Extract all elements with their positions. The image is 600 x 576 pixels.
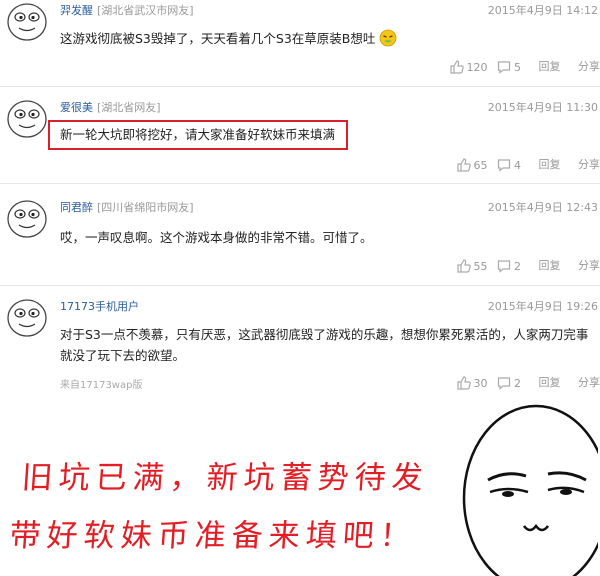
username-text[interactable]: 同君醉 — [60, 201, 93, 214]
comment-username[interactable]: 17173手机用户 — [60, 298, 139, 314]
comment-icon — [497, 60, 511, 74]
comment-text: 这游戏彻底被S3毁掉了，天天看着几个S3在草原装B想吐 — [60, 28, 397, 49]
comment-text-content: 这游戏彻底被S3毁掉了，天天看着几个S3在草原装B想吐 — [60, 31, 376, 46]
comment-time: 2015年4月9日 19:26 — [487, 300, 598, 313]
like-count: 65 — [473, 159, 488, 172]
share-button[interactable]: 分享 — [578, 58, 600, 74]
meme-face — [462, 404, 598, 576]
like-button[interactable]: 55 — [457, 259, 488, 273]
reply-count-button[interactable]: 2 — [497, 259, 521, 273]
comment-username[interactable]: 同君醉 [四川省绵阳市网友] — [60, 199, 194, 215]
comment-icon — [497, 259, 511, 273]
like-button[interactable]: 65 — [457, 158, 488, 172]
divider — [0, 86, 600, 87]
share-button[interactable]: 分享 — [578, 156, 600, 172]
comment-icon — [497, 158, 511, 172]
username-text[interactable]: 17173手机用户 — [60, 300, 139, 313]
comment-actions: 65 4 回复 分享 — [451, 156, 600, 172]
comment-time: 2015年4月9日 14:12 — [487, 4, 598, 17]
caption-line-2: 带好软妹币准备来填吧！ — [8, 518, 419, 554]
reply-count: 2 — [514, 260, 521, 273]
like-count: 55 — [473, 260, 488, 273]
comment-actions: 120 5 回复 分享 — [444, 58, 600, 74]
reply-button[interactable]: 回复 — [539, 156, 561, 172]
reply-count-button[interactable]: 5 — [497, 60, 521, 74]
comment-text: 哎，一声叹息啊。这个游戏本身做的非常不错。可惜了。 — [60, 230, 373, 245]
comment-username[interactable]: 羿发醒 [湖北省武汉市网友] — [60, 2, 194, 18]
comment-actions: 55 2 回复 分享 — [451, 257, 600, 273]
thumbs-up-icon — [457, 259, 471, 273]
user-location: [四川省绵阳市网友] — [97, 201, 194, 214]
avatar-face[interactable] — [6, 296, 48, 338]
comment-time: 2015年4月9日 12:43 — [487, 201, 598, 214]
avatar-face[interactable] — [6, 197, 48, 239]
username-text[interactable]: 爱很美 — [60, 101, 93, 114]
reply-count: 5 — [514, 61, 521, 74]
divider — [0, 183, 600, 184]
comment-text-line2: 就没了玩下去的欲望。 — [60, 348, 186, 363]
reply-count-button[interactable]: 4 — [497, 158, 521, 172]
like-button[interactable]: 120 — [450, 60, 488, 74]
reply-button[interactable]: 回复 — [539, 257, 561, 273]
caption-line-1: 旧坑已满，新坑蓄势待发 — [20, 460, 431, 496]
comment-text: 新一轮大坑即将挖好，请大家准备好软妹币来填满 — [60, 127, 336, 142]
thumbs-up-icon — [450, 60, 464, 74]
comment-time: 2015年4月9日 11:30 — [487, 101, 598, 114]
thumbs-up-icon — [457, 158, 471, 172]
reply-count: 4 — [514, 159, 521, 172]
user-location: [湖北省武汉市网友] — [97, 4, 194, 17]
user-location: [湖北省网友] — [97, 101, 161, 114]
share-button[interactable]: 分享 — [578, 257, 600, 273]
avatar-face[interactable] — [6, 97, 48, 139]
avatar-face[interactable] — [6, 0, 48, 42]
username-text[interactable]: 羿发醒 — [60, 4, 93, 17]
like-count: 120 — [466, 61, 488, 74]
comment-text-line1: 对于S3一点不羡慕，只有厌恶，这武器彻底毁了游戏的乐趣，想想你累死累活的，人家两… — [60, 327, 589, 342]
divider — [0, 285, 600, 286]
nauseated-emoji-icon — [379, 29, 397, 47]
comment-source: 来自17173wap版 — [60, 380, 143, 391]
comment-username[interactable]: 爱很美 [湖北省网友] — [60, 99, 161, 115]
reply-button[interactable]: 回复 — [539, 58, 561, 74]
